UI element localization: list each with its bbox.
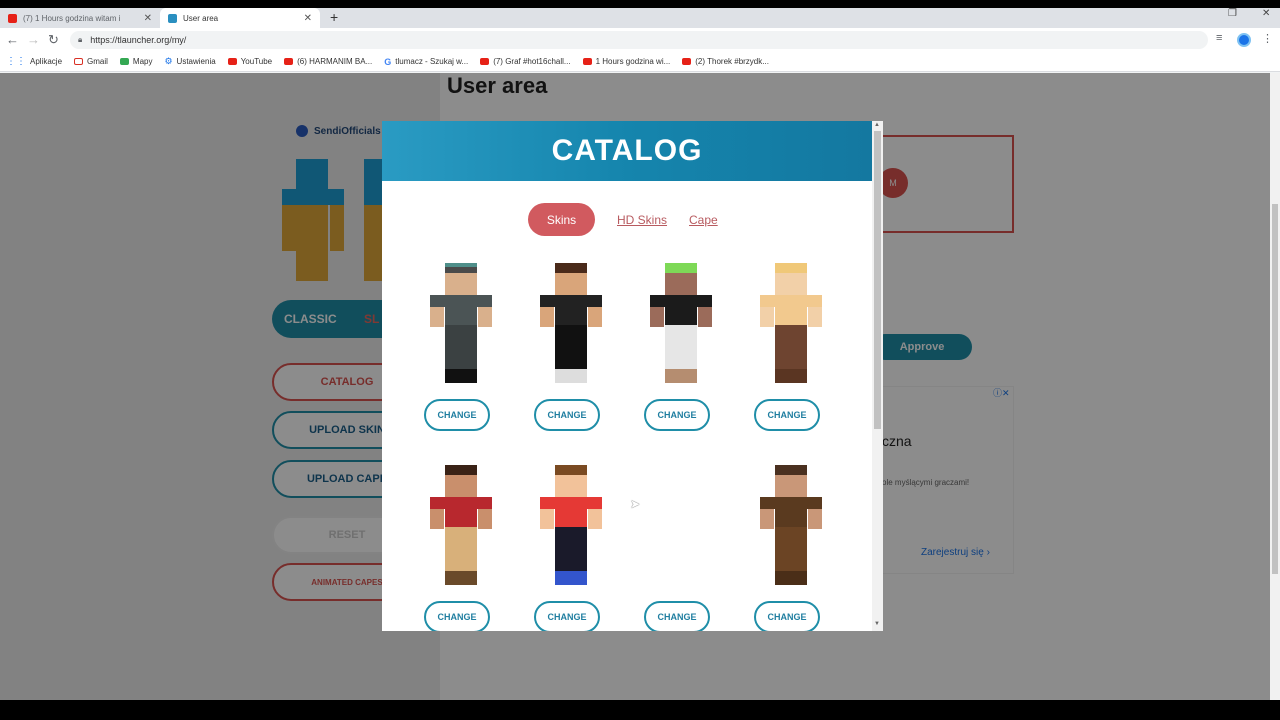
change-skin-button[interactable]: CHANGE: [534, 601, 600, 631]
change-skin-button[interactable]: CHANGE: [424, 399, 490, 431]
skin-card: CHANGE: [626, 263, 736, 433]
catalog-tabs: Skins HD Skins Cape: [528, 203, 718, 236]
maps-icon: [119, 58, 129, 65]
restore-icon[interactable]: ❐: [1228, 8, 1237, 19]
scroll-down-icon[interactable]: ▼: [874, 621, 880, 627]
youtube-icon: [284, 58, 294, 65]
browser-tab-active[interactable]: User area ✕: [160, 8, 320, 28]
profile-avatar[interactable]: [1237, 33, 1251, 47]
browser-tab-inactive[interactable]: (7) 1 Hours godzina witam i ✕: [0, 8, 160, 28]
modal-header: CATALOG: [382, 121, 872, 181]
change-skin-button[interactable]: CHANGE: [534, 399, 600, 431]
skin-preview: [430, 465, 492, 587]
apps-icon: ⋮⋮: [6, 56, 26, 67]
skin-card: CHANGE: [406, 263, 516, 433]
reading-list-icon[interactable]: ≡: [1216, 32, 1222, 44]
skin-preview: [650, 465, 712, 587]
skin-preview: [540, 465, 602, 587]
skin-preview: [540, 263, 602, 385]
change-skin-button[interactable]: CHANGE: [754, 399, 820, 431]
tab-cape[interactable]: Cape: [689, 213, 718, 227]
skin-card: CHANGE: [516, 465, 626, 631]
address-bar[interactable]: 🔒︎ https://tlauncher.org/my/: [70, 31, 1208, 49]
tab-hd-skins[interactable]: HD Skins: [617, 213, 667, 227]
settings-icon: ⚙: [164, 56, 173, 66]
bookmark-youtube[interactable]: YouTube: [227, 57, 272, 66]
close-icon[interactable]: ✕: [304, 13, 312, 24]
skin-preview: [760, 465, 822, 587]
bookmarks-bar: ⋮⋮ Aplikacje Gmail Mapy ⚙ Ustawienia YouTu…: [0, 52, 1280, 72]
modal-title: CATALOG: [551, 134, 703, 167]
skin-preview: [760, 263, 822, 385]
mouse-cursor-icon: ➤: [630, 497, 641, 511]
youtube-icon: [8, 13, 17, 23]
skin-preview: [430, 263, 492, 385]
browser-toolbar: ← → ↻ 🔒︎ https://tlauncher.org/my/ ≡ ⋮: [0, 28, 1280, 52]
tab-strip: (7) 1 Hours godzina witam i ✕ User area …: [0, 0, 1280, 28]
tab-skins[interactable]: Skins: [528, 203, 595, 236]
tab-title: User area: [183, 13, 219, 23]
back-icon[interactable]: ←: [6, 32, 19, 47]
scroll-up-icon[interactable]: ▲: [874, 122, 880, 128]
skin-card: CHANGE: [406, 465, 516, 631]
bookmark-maps[interactable]: Mapy: [119, 57, 152, 66]
forward-icon[interactable]: →: [27, 32, 40, 47]
bookmark-thorek[interactable]: (2) Thorek #brzydk...: [682, 57, 769, 66]
lock-icon: 🔒︎: [78, 35, 83, 44]
skin-card: CHANGE: [736, 465, 846, 631]
catalog-modal: CATALOG Skins HD Skins Cape CHANGE CHANGE…: [382, 121, 883, 631]
close-window-icon[interactable]: ✕: [1262, 8, 1270, 19]
url-text: https://tlauncher.org/my/: [90, 35, 187, 45]
change-skin-button[interactable]: CHANGE: [644, 399, 710, 431]
taskbar-strip: [0, 700, 1280, 720]
new-tab-button[interactable]: +: [330, 9, 338, 25]
bookmark-graf[interactable]: (7) Graf #hot16chall...: [480, 57, 571, 66]
youtube-icon: [582, 58, 592, 65]
change-skin-button[interactable]: CHANGE: [754, 601, 820, 631]
modal-scrollbar-thumb[interactable]: [874, 131, 881, 429]
tab-title: (7) 1 Hours godzina witam i: [23, 13, 121, 23]
skin-card: CHANGE: [626, 465, 736, 631]
gmail-icon: [74, 58, 84, 65]
skin-card: CHANGE: [516, 263, 626, 433]
skin-preview: [650, 263, 712, 385]
bookmark-harmanim[interactable]: (6) HARMANIM BA...: [284, 57, 372, 66]
change-skin-button[interactable]: CHANGE: [424, 601, 490, 631]
change-skin-button[interactable]: CHANGE: [644, 601, 710, 631]
bookmark-settings[interactable]: ⚙ Ustawienia: [164, 56, 215, 67]
google-icon: G: [384, 56, 392, 67]
youtube-icon: [682, 58, 692, 65]
bookmark-gmail[interactable]: Gmail: [74, 57, 108, 66]
page-scrollbar-thumb[interactable]: [1272, 204, 1278, 574]
bookmark-hours[interactable]: 1 Hours godzina wi...: [582, 57, 670, 66]
skin-card: CHANGE: [736, 263, 846, 433]
tlauncher-icon: [168, 13, 177, 23]
youtube-icon: [480, 58, 490, 65]
bookmark-apps[interactable]: ⋮⋮ Aplikacje: [6, 56, 62, 67]
reload-icon[interactable]: ↻: [48, 32, 59, 48]
menu-icon[interactable]: ⋮: [1262, 32, 1273, 45]
close-icon[interactable]: ✕: [144, 13, 152, 24]
bookmark-tlumacz[interactable]: Gtlumacz - Szukaj w...: [384, 57, 468, 67]
youtube-icon: [227, 58, 237, 65]
